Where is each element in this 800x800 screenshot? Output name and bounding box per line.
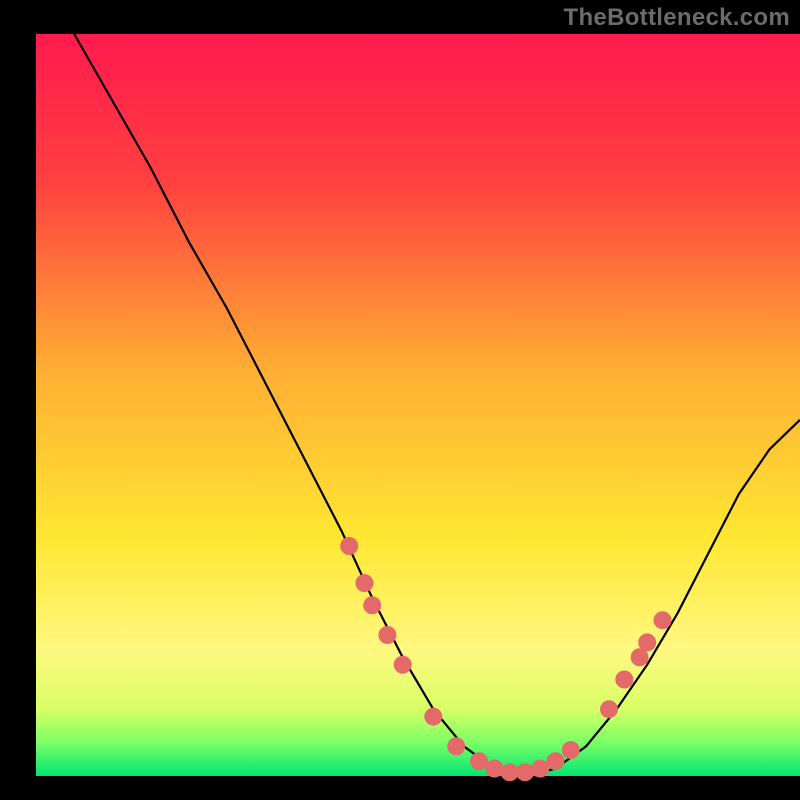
highlight-dot	[363, 596, 381, 614]
highlight-dot	[356, 574, 374, 592]
highlight-dot	[638, 633, 656, 651]
highlight-dot	[485, 760, 503, 778]
highlight-dot	[600, 700, 618, 718]
highlight-dot	[531, 760, 549, 778]
highlight-dot	[447, 737, 465, 755]
highlight-dot	[340, 537, 358, 555]
highlight-dot	[394, 656, 412, 674]
watermark-text: TheBottleneck.com	[564, 4, 790, 32]
highlight-dot	[470, 752, 488, 770]
highlight-dot	[378, 626, 396, 644]
highlight-dot	[516, 763, 534, 781]
highlight-dot	[654, 611, 672, 629]
highlight-dot	[615, 671, 633, 689]
heatmap-background	[36, 34, 800, 776]
bottleneck-chart	[0, 0, 800, 800]
chart-frame: TheBottleneck.com	[0, 0, 800, 800]
highlight-dot	[424, 708, 442, 726]
highlight-dot	[547, 752, 565, 770]
highlight-dot	[562, 741, 580, 759]
